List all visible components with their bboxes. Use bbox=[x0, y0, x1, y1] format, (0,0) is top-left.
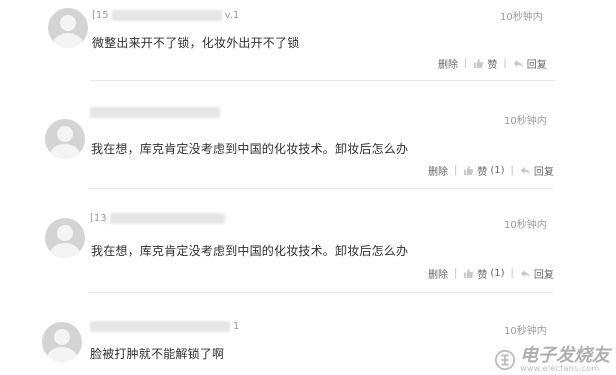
blurred-username bbox=[109, 212, 225, 224]
username-prefix: [15 bbox=[92, 9, 109, 21]
reply-arrow-icon bbox=[520, 269, 531, 278]
action-separator: | bbox=[454, 268, 458, 279]
blurred-username bbox=[90, 320, 230, 332]
action-separator: | bbox=[464, 58, 468, 69]
delete-button[interactable]: 删除 bbox=[438, 56, 458, 71]
like-button[interactable]: 赞 (1) bbox=[463, 163, 505, 178]
like-button[interactable]: 赞 (1) bbox=[463, 266, 505, 281]
user-level: v.1 bbox=[224, 9, 240, 21]
comment-time: 10秒钟内 bbox=[504, 326, 547, 337]
username[interactable]: 1 bbox=[90, 319, 239, 333]
username[interactable]: [15 v.1 bbox=[92, 8, 239, 22]
user-level: 1 bbox=[233, 320, 240, 332]
reply-button[interactable]: 回复 bbox=[513, 56, 547, 71]
reply-arrow-icon bbox=[513, 59, 523, 68]
like-count: (1) bbox=[490, 268, 505, 279]
comment-text: 脸被打肿就不能解锁了啊 bbox=[90, 347, 225, 361]
action-separator: | bbox=[510, 165, 514, 176]
action-separator: | bbox=[503, 58, 507, 69]
blurred-username bbox=[90, 106, 220, 118]
watermark-title: 电子发烧友 bbox=[520, 345, 610, 366]
comment-actions: 删除 | 赞 (1) | 回复 bbox=[428, 266, 554, 281]
action-separator: | bbox=[454, 165, 458, 176]
action-separator: | bbox=[510, 268, 514, 279]
avatar[interactable] bbox=[45, 119, 85, 159]
comment-text: 我在想，库克肯定没考虑到中国的化妆技术。卸妆后怎么办 bbox=[91, 142, 409, 156]
reply-button[interactable]: 回复 bbox=[520, 163, 554, 178]
blurred-username bbox=[111, 9, 222, 21]
comment-time: 10秒钟内 bbox=[500, 12, 543, 23]
comment-actions: 删除 | 赞 (1) | 回复 bbox=[428, 163, 554, 178]
comment-divider bbox=[90, 80, 555, 81]
delete-button[interactable]: 删除 bbox=[428, 266, 448, 281]
reply-button[interactable]: 回复 bbox=[520, 266, 554, 281]
comment-time: 10秒钟内 bbox=[504, 116, 547, 127]
watermark-url: www.elecfans.com bbox=[520, 364, 600, 373]
avatar[interactable] bbox=[42, 322, 82, 362]
username-prefix: [13 bbox=[90, 212, 107, 224]
comment-text: 微整出来开不了锁，化妆外出开不了锁 bbox=[92, 36, 300, 50]
avatar[interactable] bbox=[45, 218, 85, 258]
comment-time: 10秒钟内 bbox=[504, 220, 547, 231]
like-count: (1) bbox=[490, 165, 505, 176]
like-button[interactable]: 赞 bbox=[473, 56, 497, 71]
username[interactable]: [13 bbox=[90, 211, 225, 225]
elecfans-logo-icon bbox=[494, 349, 516, 371]
thumbs-up-icon bbox=[464, 165, 474, 176]
comment-text: 我在想，库克肯定没考虑到中国的化妆技术。卸妆后怎么办 bbox=[91, 244, 409, 258]
username[interactable] bbox=[90, 105, 220, 119]
thumbs-up-icon bbox=[474, 58, 484, 69]
comment-divider bbox=[88, 188, 553, 189]
avatar[interactable] bbox=[48, 8, 88, 48]
reply-arrow-icon bbox=[520, 166, 531, 175]
comment-actions: 删除 | 赞 | 回复 bbox=[438, 56, 547, 71]
comment-divider bbox=[88, 292, 553, 293]
thumbs-up-icon bbox=[464, 268, 474, 279]
watermark: 电子发烧友 www.elecfans.com bbox=[494, 347, 610, 373]
delete-button[interactable]: 删除 bbox=[428, 163, 448, 178]
